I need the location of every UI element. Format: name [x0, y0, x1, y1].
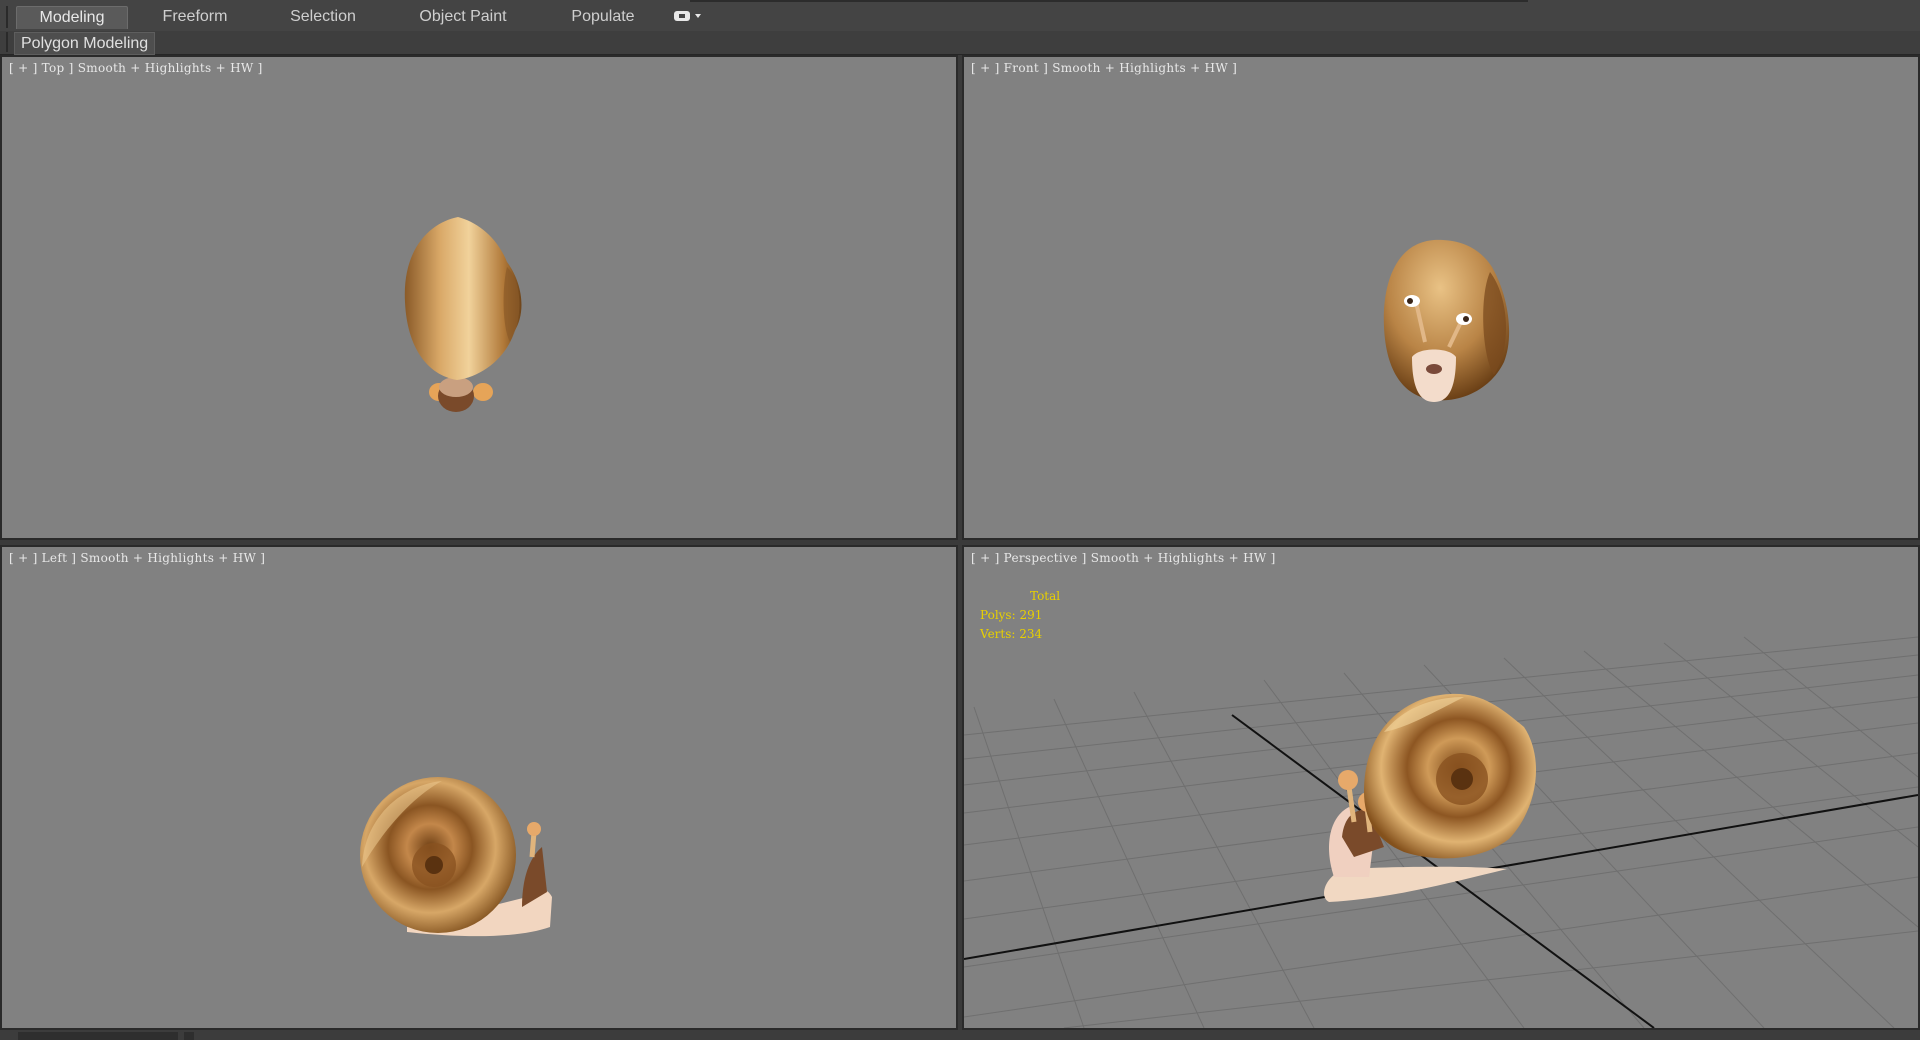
viewport-left[interactable]: [ + ] Left ] Smooth + Highlights + HW ] [0, 545, 958, 1030]
status-bar [0, 1030, 1920, 1040]
viewport-front[interactable]: [ + ] Front ] Smooth + Highlights + HW ] [962, 55, 1920, 540]
snail-perspective-view [1324, 693, 1536, 902]
tab-freeform[interactable]: Freeform [140, 6, 250, 28]
polygon-modeling-panel-button[interactable]: Polygon Modeling [14, 32, 156, 55]
tab-modeling[interactable]: Modeling [16, 6, 128, 29]
tab-object-paint[interactable]: Object Paint [408, 6, 518, 28]
time-slider-arrow[interactable] [184, 1032, 194, 1040]
ribbon-tab-bar: Modeling Freeform Selection Object Paint… [0, 0, 1920, 32]
panel-grip[interactable] [6, 32, 8, 52]
ribbon-minimize-icon[interactable] [674, 9, 704, 23]
viewport-perspective[interactable]: [ + ] Perspective ] Smooth + Highlights … [962, 545, 1920, 1030]
snail-top-view [404, 217, 522, 412]
snail-left-view [360, 777, 552, 937]
viewport-top[interactable]: [ + ] Top ] Smooth + Highlights + HW ] [0, 55, 958, 540]
tab-populate[interactable]: Populate [548, 6, 658, 28]
divider [690, 0, 1528, 2]
tab-selection[interactable]: Selection [268, 6, 378, 28]
ribbon-grip[interactable] [6, 6, 8, 28]
ribbon-panel: Polygon Modeling [0, 31, 1920, 55]
snail-front-view [1383, 239, 1510, 402]
time-slider[interactable] [18, 1032, 178, 1040]
